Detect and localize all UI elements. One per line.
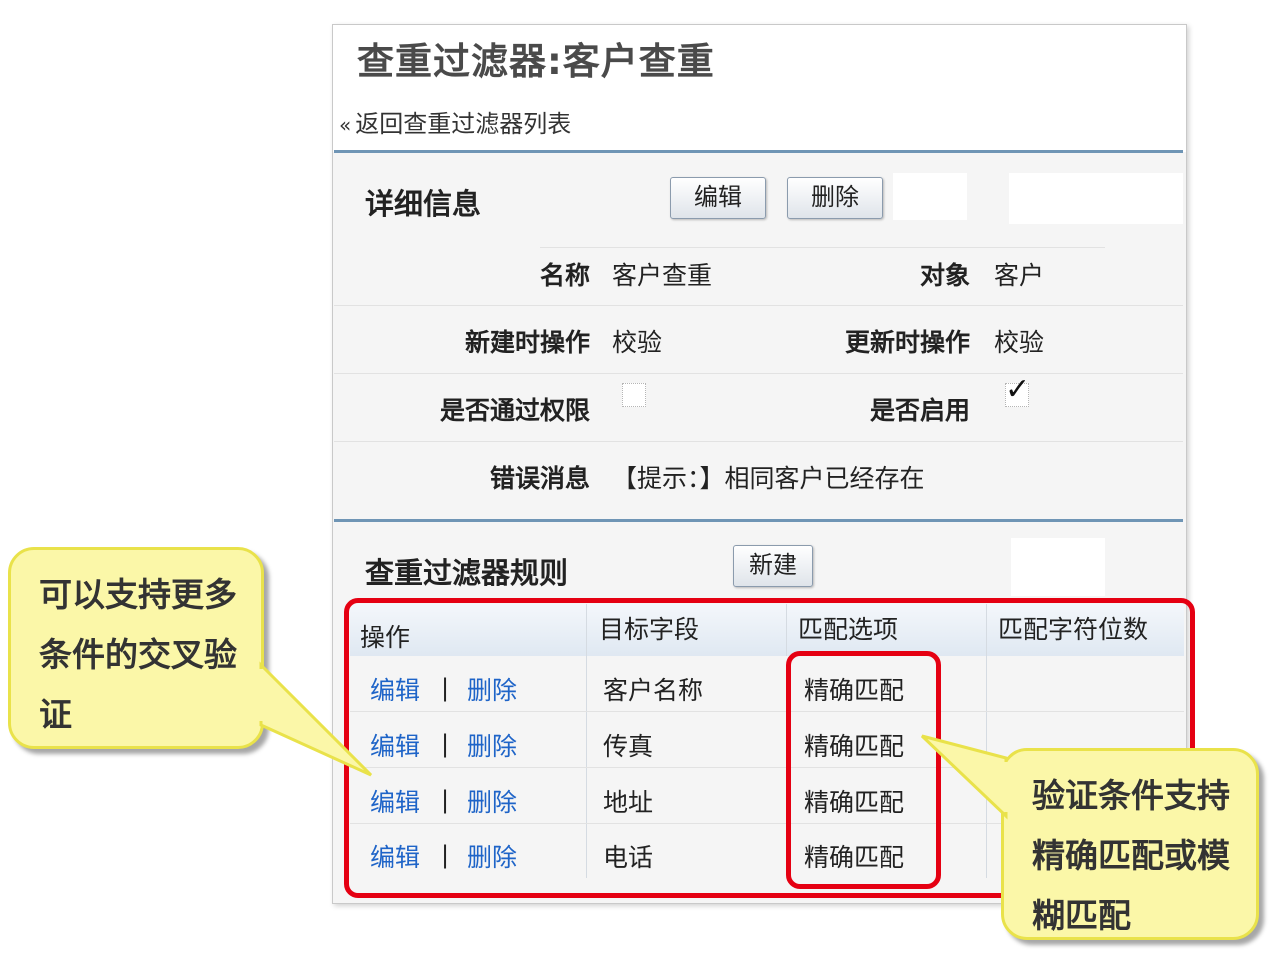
callout-line: 可以支持更多	[39, 575, 237, 614]
callout-line: 精确匹配或模	[1032, 836, 1230, 875]
object-value: 客户	[994, 261, 1045, 290]
callout-line: 条件的交叉验	[39, 635, 237, 674]
rules-section-title: 查重过滤器规则	[365, 556, 569, 590]
check-icon: ✓	[1005, 372, 1031, 407]
back-to-list-link[interactable]: «返回查重过滤器列表	[339, 104, 571, 139]
callout-line: 验证条件支持	[1032, 776, 1230, 815]
row-divider	[334, 373, 1183, 374]
error-message-label: 错误消息	[489, 464, 590, 493]
new-rule-button[interactable]: 新建	[733, 545, 813, 587]
row-divider	[334, 305, 1183, 306]
delete-button[interactable]: 删除	[787, 177, 883, 219]
on-create-value: 校验	[612, 328, 663, 357]
back-arrow-icon: «	[339, 113, 352, 137]
edit-button[interactable]: 编辑	[670, 177, 766, 219]
callout-line: 糊匹配	[1032, 896, 1131, 935]
back-link-label: 返回查重过滤器列表	[355, 110, 572, 138]
page-title: 查重过滤器:客户查重	[357, 40, 715, 83]
callout-pointer	[920, 734, 1012, 820]
details-section-title: 详细信息	[365, 187, 482, 221]
toolbar-blank	[1011, 538, 1105, 596]
name-value: 客户查重	[612, 261, 713, 290]
match-option-highlight	[786, 651, 941, 889]
callout-line: 证	[39, 695, 72, 734]
right-callout: 验证条件支持 精确匹配或模 糊匹配	[920, 734, 1259, 940]
name-label: 名称	[539, 261, 590, 290]
callout-pointer	[255, 661, 373, 777]
section-divider	[334, 150, 1183, 153]
toolbar-blank	[1009, 173, 1183, 224]
left-callout: 可以支持更多 条件的交叉验 证	[8, 547, 373, 777]
bypass-permission-checkbox	[622, 383, 646, 407]
toolbar-blank	[893, 173, 967, 220]
enabled-label: 是否启用	[869, 396, 970, 425]
row-divider	[540, 247, 1105, 248]
on-update-label: 更新时操作	[844, 328, 970, 357]
row-divider	[334, 441, 1183, 442]
error-message-value: 【提示：】相同客户已经存在	[612, 464, 925, 493]
on-update-value: 校验	[994, 328, 1045, 357]
section-divider	[334, 519, 1183, 522]
on-create-label: 新建时操作	[464, 328, 590, 357]
object-label: 对象	[919, 261, 970, 290]
panel-header: 查重过滤器:客户查重 «返回查重过滤器列表	[333, 25, 1186, 152]
bypass-permission-label: 是否通过权限	[439, 396, 590, 425]
